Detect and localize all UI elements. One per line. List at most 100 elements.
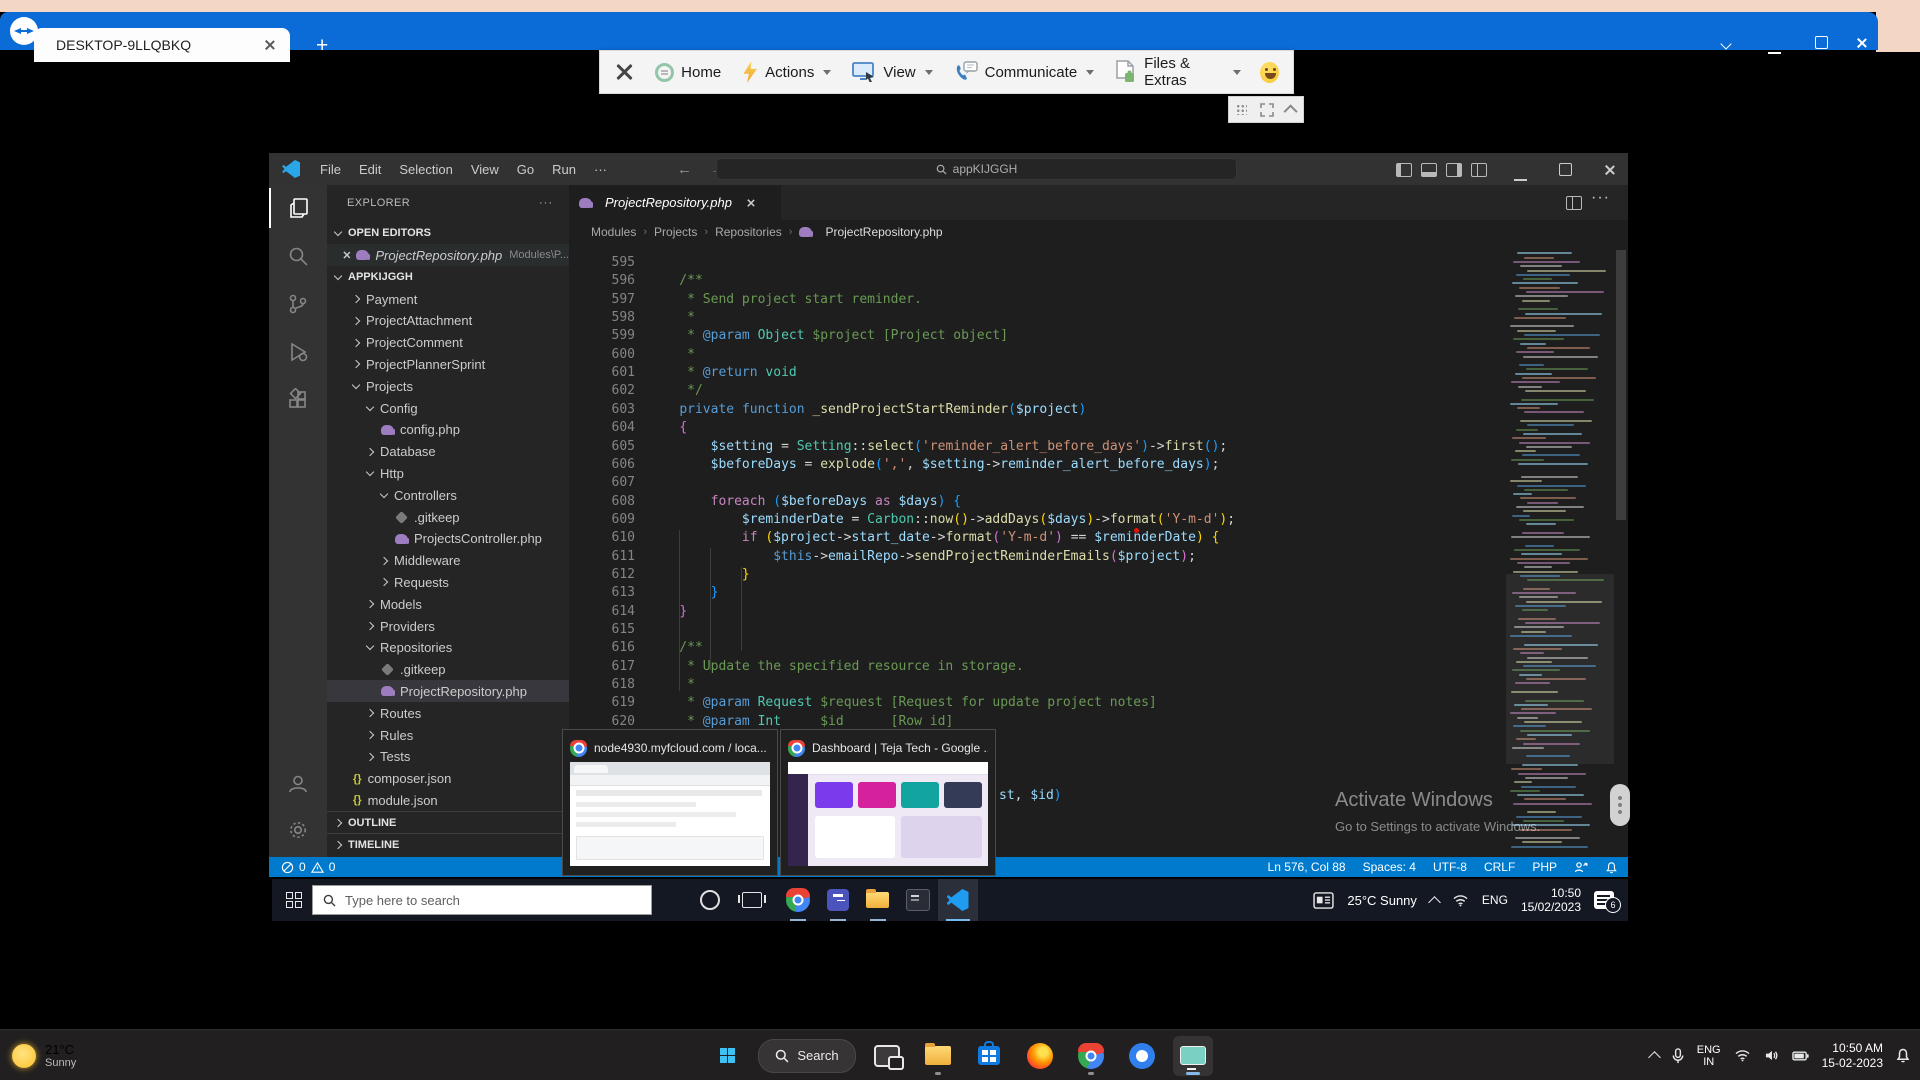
vscode-icon[interactable]: [938, 879, 978, 921]
file-explorer-icon[interactable]: [858, 879, 898, 921]
microphone-icon[interactable]: [1672, 1048, 1684, 1064]
account-icon[interactable]: [269, 764, 327, 804]
split-editor-icon[interactable]: [1566, 196, 1582, 210]
tree-item-projectscontroller-php[interactable]: ProjectsController.php: [327, 528, 569, 550]
indentation[interactable]: Spaces: 4: [1363, 860, 1416, 874]
timeline-section[interactable]: TIMELINE: [327, 833, 569, 856]
extensions-icon[interactable]: [269, 380, 327, 420]
breadcrumb-item[interactable]: Projects: [654, 225, 697, 239]
nav-back-icon[interactable]: ←: [668, 153, 701, 185]
session-tab-close-icon[interactable]: [264, 39, 276, 51]
fullscreen-icon[interactable]: [1260, 103, 1274, 117]
widgets-news-icon[interactable]: [1313, 892, 1334, 909]
tree-item-projectcomment[interactable]: ProjectComment: [327, 332, 569, 354]
menu-go[interactable]: Go: [508, 153, 543, 185]
warnings-icon[interactable]: [311, 861, 324, 874]
live-share-icon[interactable]: [1574, 861, 1588, 874]
editor-scrollbar[interactable]: [1614, 244, 1628, 857]
windows-start-icon[interactable]: [707, 1036, 747, 1076]
editor-more-actions[interactable]: ···: [1591, 189, 1610, 207]
feedback-smiley-icon[interactable]: [1260, 62, 1279, 83]
tree-item-http[interactable]: Http: [327, 462, 569, 484]
vscode-close-icon[interactable]: #vscode .xicon:before,#vscode .xicon:aft…: [1604, 164, 1616, 176]
tree-item-tests[interactable]: Tests: [327, 746, 569, 768]
preview-card-2[interactable]: Dashboard | Teja Tech - Google ...: [780, 729, 996, 876]
remote-search-box[interactable]: Type here to search: [312, 885, 652, 915]
tree-item-config-php[interactable]: config.php: [327, 419, 569, 441]
toolbar-item-files-extras[interactable]: Files & Extras: [1109, 51, 1247, 93]
tree-item-module-json[interactable]: {}module.json: [327, 789, 569, 811]
breadcrumb-item[interactable]: Repositories: [715, 225, 782, 239]
tree-item-database[interactable]: Database: [327, 441, 569, 463]
menu-file[interactable]: File: [311, 153, 350, 185]
toolbar-item-communicate[interactable]: Communicate: [948, 51, 1101, 93]
toolbar-item-view[interactable]: View: [846, 51, 938, 93]
host-search-button[interactable]: Search: [758, 1039, 855, 1073]
window-menu-chevron-icon[interactable]: [1720, 38, 1731, 49]
search-icon[interactable]: [269, 236, 327, 276]
monitor-grid-icon[interactable]: [1236, 104, 1247, 115]
breadcrumb-item[interactable]: Modules: [591, 225, 636, 239]
host-clock[interactable]: 10:50 AM 15-02-2023: [1822, 1041, 1883, 1071]
screen-edge-handle[interactable]: [1610, 784, 1630, 826]
bell-icon[interactable]: [1896, 1048, 1910, 1063]
tree-item-middleware[interactable]: Middleware: [327, 550, 569, 572]
tree-item-payment[interactable]: Payment: [327, 288, 569, 310]
workspace-section[interactable]: APPKIJGGH: [327, 266, 569, 288]
errors-icon[interactable]: [281, 861, 294, 874]
preview-card-1[interactable]: node4930.myfcloud.com / loca...: [562, 729, 778, 876]
host-language-indicator[interactable]: ENG IN: [1697, 1044, 1721, 1068]
remote-hidden-icons-chevron[interactable]: [1428, 896, 1441, 909]
run-debug-icon[interactable]: [269, 332, 327, 372]
minimap[interactable]: [1506, 244, 1614, 857]
tree-item-projectrepository-php[interactable]: ProjectRepository.php: [327, 680, 569, 702]
tree-item-providers[interactable]: Providers: [327, 615, 569, 637]
task-view-icon[interactable]: [867, 1036, 907, 1076]
collapse-toolbar-icon[interactable]: [1283, 104, 1297, 118]
remote-task-view-icon[interactable]: [742, 892, 762, 908]
remote-start-button[interactable]: [286, 892, 302, 908]
window-minimize-icon[interactable]: [1768, 52, 1781, 54]
tree-item--gitkeep[interactable]: .gitkeep: [327, 659, 569, 681]
toggle-panel-icon[interactable]: [1421, 163, 1437, 177]
breadcrumb-item[interactable]: ProjectRepository.php: [825, 225, 942, 239]
menu-edit[interactable]: Edit: [350, 153, 390, 185]
vscode-maximize-icon[interactable]: [1559, 163, 1572, 176]
tree-item-controllers[interactable]: Controllers: [327, 484, 569, 506]
toggle-sidebar-icon[interactable]: [1396, 163, 1412, 177]
toolbar-item-actions[interactable]: Actions: [736, 51, 837, 93]
tree-item-routes[interactable]: Routes: [327, 702, 569, 724]
tree-item-models[interactable]: Models: [327, 593, 569, 615]
window-close-icon[interactable]: [1856, 37, 1868, 49]
source-control-icon[interactable]: [269, 284, 327, 324]
teams-icon[interactable]: [818, 879, 858, 921]
chrome-icon[interactable]: [778, 879, 818, 921]
remote-notification-icon[interactable]: 6: [1594, 891, 1614, 909]
tree-item-repositories[interactable]: Repositories: [327, 637, 569, 659]
chrome-icon[interactable]: [1071, 1036, 1111, 1076]
tree-item-projectplannersprint[interactable]: ProjectPlannerSprint: [327, 353, 569, 375]
tree-item--gitkeep[interactable]: .gitkeep: [327, 506, 569, 528]
tree-item-projectattachment[interactable]: ProjectAttachment: [327, 310, 569, 332]
firefox-icon[interactable]: [1020, 1036, 1060, 1076]
menu-run[interactable]: Run: [543, 153, 585, 185]
explorer-icon[interactable]: [269, 188, 327, 228]
tree-item-rules[interactable]: Rules: [327, 724, 569, 746]
preview-thumbnail[interactable]: [788, 762, 988, 866]
remote-weather[interactable]: 25°C Sunny: [1347, 893, 1417, 908]
language-mode[interactable]: PHP: [1532, 860, 1557, 874]
hidden-icons-chevron[interactable]: [1648, 1051, 1661, 1064]
notifications-bell-icon[interactable]: [1605, 861, 1618, 874]
close-tab-icon[interactable]: [746, 198, 755, 207]
vscode-minimize-icon[interactable]: [1514, 179, 1527, 181]
tree-item-projects[interactable]: Projects: [327, 375, 569, 397]
terminal-app-icon[interactable]: [898, 879, 938, 921]
new-session-tab-button[interactable]: +: [316, 34, 328, 58]
session-tab[interactable]: DESKTOP-9LLQBKQ: [34, 28, 290, 62]
wifi-icon[interactable]: [1734, 1049, 1751, 1062]
file-explorer-icon[interactable]: [918, 1036, 958, 1076]
tree-item-requests[interactable]: Requests: [327, 571, 569, 593]
close-session-icon[interactable]: [614, 62, 632, 82]
menu-[interactable]: ···: [585, 153, 616, 185]
volume-icon[interactable]: [1764, 1049, 1779, 1062]
